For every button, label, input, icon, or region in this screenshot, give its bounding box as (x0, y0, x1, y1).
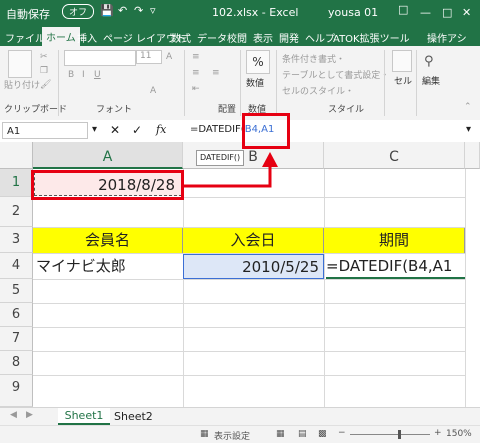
sheet-tab-bar: ◀ ▶ Sheet1 Sheet2 (0, 407, 480, 426)
sheet-tab-sheet1[interactable]: Sheet1 (58, 408, 110, 425)
page-break-view-icon[interactable]: ▩ (318, 429, 327, 439)
normal-view-icon[interactable]: ▦ (276, 429, 285, 439)
sheet-scroll-left-icon[interactable]: ◀ (10, 410, 17, 420)
display-settings-icon[interactable]: ▦ (200, 429, 209, 439)
sheet-scroll-right-icon[interactable]: ▶ (26, 410, 33, 420)
display-settings-button[interactable]: 表示設定 (214, 429, 250, 442)
zoom-in-icon[interactable]: + (434, 428, 442, 438)
zoom-out-icon[interactable]: − (338, 428, 346, 438)
sheet-tab-sheet2[interactable]: Sheet2 (114, 410, 153, 423)
zoom-level[interactable]: 150% (446, 429, 472, 439)
annotation-arrow (184, 152, 278, 188)
status-bar: ▦ 表示設定 ▦ ▤ ▩ − + 150% (0, 425, 480, 443)
page-layout-view-icon[interactable]: ▤ (298, 429, 307, 439)
zoom-slider-thumb[interactable] (398, 430, 401, 439)
zoom-slider[interactable] (350, 434, 430, 435)
